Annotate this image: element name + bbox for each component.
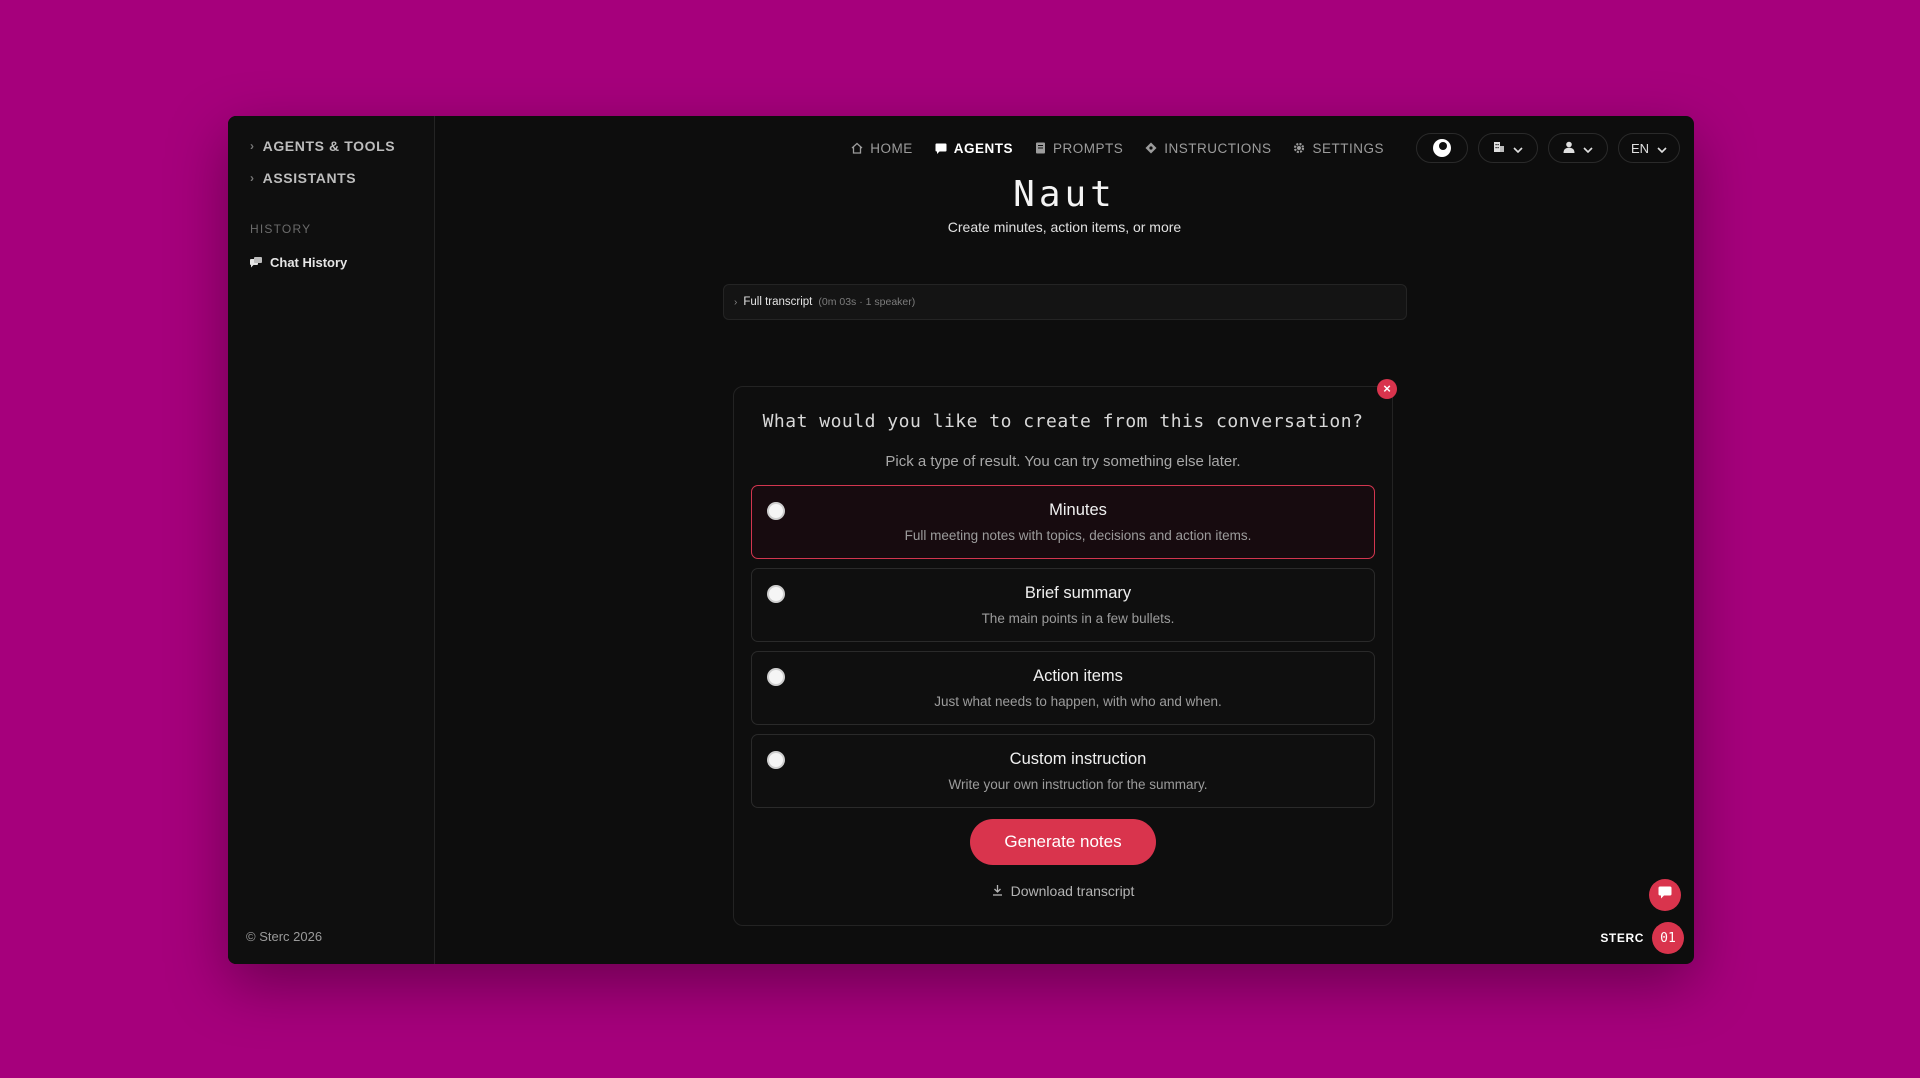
theme-toggle[interactable] bbox=[1416, 133, 1468, 163]
option-title: Minutes bbox=[1049, 501, 1107, 519]
option-title: Custom instruction bbox=[1009, 750, 1147, 768]
user-icon bbox=[1563, 141, 1575, 156]
gear-icon bbox=[1293, 142, 1305, 154]
nav-home[interactable]: HOME bbox=[851, 141, 913, 156]
sidebar-item-label: Chat History bbox=[270, 255, 348, 270]
option-action-items[interactable]: Action items Just what needs to happen, … bbox=[751, 651, 1375, 725]
option-brief-summary[interactable]: Brief summary The main points in a few b… bbox=[751, 568, 1375, 642]
nav-label: INSTRUCTIONS bbox=[1164, 140, 1272, 156]
download-transcript-link[interactable]: Download transcript bbox=[734, 883, 1392, 899]
option-description: Just what needs to happen, with who and … bbox=[934, 694, 1222, 709]
brand-badge-number[interactable]: 01 bbox=[1652, 922, 1684, 954]
chevron-down-icon bbox=[1513, 141, 1523, 156]
nav-label: PROMPTS bbox=[1052, 140, 1124, 156]
nav-label: HOME bbox=[870, 140, 913, 156]
moon-icon bbox=[1433, 139, 1451, 157]
nav-settings[interactable]: SETTINGS bbox=[1293, 141, 1384, 156]
option-title: Brief summary bbox=[1024, 584, 1132, 602]
download-icon bbox=[992, 883, 1003, 899]
document-icon bbox=[1035, 142, 1046, 154]
sidebar-item-label: ASSISTANTS bbox=[262, 170, 357, 186]
app-header: Naut Create minutes, action items, or mo… bbox=[435, 174, 1694, 235]
app-window: › AGENTS & TOOLS › ASSISTANTS HISTORY Ch… bbox=[228, 116, 1694, 964]
chevron-right-icon: › bbox=[250, 171, 255, 185]
chat-widget-button[interactable] bbox=[1649, 879, 1681, 911]
sidebar-item-chat-history[interactable]: Chat History bbox=[250, 255, 347, 270]
sidebar-item-agents-tools[interactable]: › AGENTS & TOOLS bbox=[250, 138, 395, 154]
option-custom-instruction[interactable]: Custom instruction Write your own instru… bbox=[751, 734, 1375, 808]
chat-icon bbox=[935, 142, 947, 154]
transcript-label: Full transcript bbox=[743, 296, 813, 308]
option-minutes[interactable]: Minutes Full meeting notes with topics, … bbox=[751, 485, 1375, 559]
home-icon bbox=[851, 142, 863, 154]
brand-name: STERC bbox=[1600, 931, 1644, 945]
app-title: Naut bbox=[1013, 174, 1116, 215]
language-value: EN bbox=[1630, 140, 1650, 156]
result-type-card: What would you like to create from this … bbox=[733, 386, 1393, 926]
brand-badge: STERC 01 bbox=[1600, 922, 1684, 954]
history-heading: HISTORY bbox=[250, 222, 312, 236]
chat-bubbles-icon bbox=[250, 257, 262, 268]
chevron-down-icon bbox=[1657, 141, 1667, 156]
close-button[interactable]: × bbox=[1377, 379, 1397, 399]
full-transcript-toggle[interactable]: › Full transcript (0m 03s · 1 speaker) bbox=[723, 284, 1407, 320]
chat-icon bbox=[1658, 886, 1672, 904]
chevron-down-icon bbox=[1583, 141, 1593, 156]
option-description: The main points in a few bullets. bbox=[981, 611, 1175, 626]
building-icon bbox=[1493, 141, 1505, 156]
nav-agents[interactable]: AGENTS bbox=[935, 141, 1013, 156]
nav-label: AGENTS bbox=[953, 140, 1013, 156]
card-hint: Pick a type of result. You can try somet… bbox=[885, 453, 1241, 470]
generate-notes-button[interactable]: Generate notes bbox=[970, 819, 1156, 865]
download-label: Download transcript bbox=[1010, 883, 1135, 899]
language-dropdown[interactable]: EN bbox=[1618, 133, 1680, 163]
sidebar: › AGENTS & TOOLS › ASSISTANTS HISTORY Ch… bbox=[228, 116, 435, 964]
nav-instructions[interactable]: INSTRUCTIONS bbox=[1145, 141, 1271, 156]
nav-prompts[interactable]: PROMPTS bbox=[1035, 141, 1123, 156]
card-question: What would you like to create from this … bbox=[762, 411, 1364, 432]
organization-dropdown[interactable] bbox=[1478, 133, 1538, 163]
nav-label: SETTINGS bbox=[1312, 140, 1384, 156]
user-menu-dropdown[interactable] bbox=[1548, 133, 1608, 163]
copyright: © Sterc 2026 bbox=[246, 929, 323, 944]
option-description: Full meeting notes with topics, decision… bbox=[904, 528, 1252, 543]
chevron-right-icon: › bbox=[734, 296, 738, 308]
sidebar-item-assistants[interactable]: › ASSISTANTS bbox=[250, 170, 356, 186]
option-title: Action items bbox=[1033, 667, 1123, 685]
app-subtitle: Create minutes, action items, or more bbox=[947, 219, 1182, 235]
top-navigation: HOME AGENTS PROMPTS INSTRUCTIONS SETTING… bbox=[851, 132, 1680, 164]
sidebar-item-label: AGENTS & TOOLS bbox=[262, 138, 396, 154]
diamond-icon bbox=[1145, 142, 1157, 154]
chevron-right-icon: › bbox=[250, 139, 255, 153]
option-description: Write your own instruction for the summa… bbox=[948, 777, 1208, 792]
transcript-meta: (0m 03s · 1 speaker) bbox=[818, 296, 916, 308]
